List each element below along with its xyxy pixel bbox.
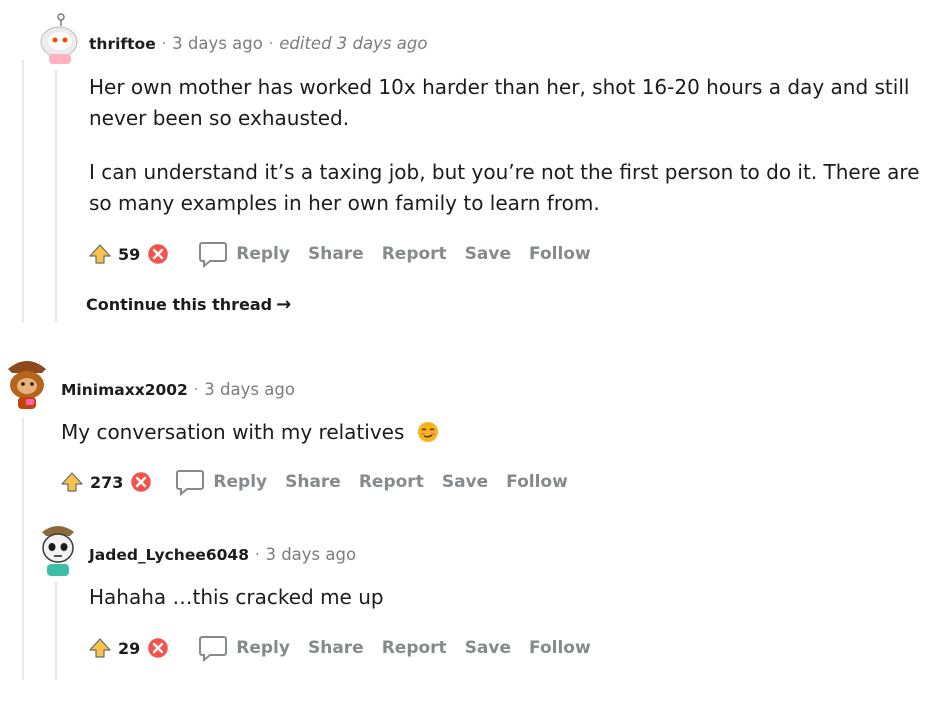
share-button[interactable]: Share <box>308 244 364 264</box>
comment-actions: 273 Reply Share Report Save Follow <box>60 467 586 497</box>
continue-thread-label: Continue this thread <box>86 295 273 314</box>
follow-button[interactable]: Follow <box>506 472 568 492</box>
comment-body: Hahaha …this cracked me up <box>89 585 384 609</box>
downvote-button[interactable] <box>146 242 170 266</box>
astronaut-avatar-icon <box>40 13 78 64</box>
avatar[interactable] <box>4 355 50 411</box>
downvote-button[interactable] <box>129 470 153 494</box>
author-name[interactable]: thriftoe <box>89 35 156 53</box>
comment-actions: 59 Reply Share Report Save Follow <box>88 239 609 269</box>
thread-line-comment-1 <box>55 70 57 322</box>
comment-body-line: Her own mother has worked 10x harder tha… <box>89 75 910 99</box>
upvote-icon <box>61 472 83 492</box>
comment-meta: Jaded_Lychee6048 · 3 days ago <box>89 545 356 564</box>
reply-label: Reply <box>236 638 290 658</box>
comment-body: My conversation with my relatives <box>61 417 439 448</box>
upvote-button[interactable] <box>88 636 112 660</box>
timestamp[interactable]: 3 days ago <box>204 380 295 399</box>
separator-dot: · <box>255 546 260 563</box>
thread-line-comment-3 <box>55 582 57 680</box>
comment-meta: thriftoe · 3 days ago · edited 3 days ag… <box>89 34 427 53</box>
upvote-button[interactable] <box>88 242 112 266</box>
save-button[interactable]: Save <box>442 472 488 492</box>
author-name[interactable]: Minimaxx2002 <box>61 381 188 399</box>
edited-label: edited 3 days ago <box>279 34 428 53</box>
reply-label: Reply <box>213 472 268 492</box>
separator-dot: · <box>193 381 199 398</box>
reply-bubble-icon <box>176 470 205 496</box>
comment-meta: Minimaxx2002 · 3 days ago <box>61 380 295 399</box>
reply-label: Reply <box>236 244 290 264</box>
save-button[interactable]: Save <box>465 638 511 658</box>
comment-text: My conversation with my relatives <box>61 420 405 444</box>
report-button[interactable]: Report <box>382 244 447 264</box>
comment-body-line: I can understand it’s a taxing job, but … <box>89 160 920 184</box>
report-button[interactable]: Report <box>359 472 424 492</box>
upvote-icon <box>89 638 111 658</box>
share-button[interactable]: Share <box>308 638 364 658</box>
avatar[interactable] <box>37 12 81 66</box>
comment-actions: 29 Reply Share Report Save Follow <box>88 633 609 663</box>
downvote-button[interactable] <box>146 636 170 660</box>
comment-body-line: so many examples in her own family to le… <box>89 191 600 215</box>
upvote-icon <box>89 244 111 264</box>
follow-button[interactable]: Follow <box>529 638 591 658</box>
thread-line-outer <box>22 60 24 323</box>
report-button[interactable]: Report <box>382 638 447 658</box>
separator-dot: · <box>268 35 274 52</box>
upvote-button[interactable] <box>60 470 84 494</box>
skull-mask-avatar-icon <box>42 526 74 576</box>
cowboy-avatar-icon <box>8 361 46 409</box>
author-name[interactable]: Jaded_Lychee6048 <box>89 546 249 564</box>
downvote-icon <box>147 242 170 266</box>
arrow-right-icon: → <box>276 294 292 315</box>
thread-line-comment-2 <box>22 418 24 680</box>
comment-body-line: never been so exhausted. <box>89 106 350 130</box>
continue-thread-link[interactable]: Continue this thread → <box>86 294 291 315</box>
reply-button[interactable]: Reply <box>175 468 267 496</box>
vote-score: 273 <box>90 472 124 492</box>
separator-dot: · <box>161 35 167 52</box>
downvote-icon <box>130 470 153 494</box>
reply-bubble-icon <box>199 636 228 662</box>
relieved-face-icon <box>417 422 438 442</box>
timestamp[interactable]: 3 days ago <box>265 545 356 564</box>
vote-score: 29 <box>118 638 141 658</box>
reply-button[interactable]: Reply <box>198 240 290 268</box>
save-button[interactable]: Save <box>465 244 511 264</box>
downvote-icon <box>147 636 170 660</box>
reply-bubble-icon <box>199 242 228 268</box>
vote-score: 59 <box>118 244 141 264</box>
reply-button[interactable]: Reply <box>198 634 290 662</box>
share-button[interactable]: Share <box>285 472 341 492</box>
avatar[interactable] <box>36 520 80 578</box>
timestamp[interactable]: 3 days ago <box>172 34 263 53</box>
follow-button[interactable]: Follow <box>529 244 591 264</box>
